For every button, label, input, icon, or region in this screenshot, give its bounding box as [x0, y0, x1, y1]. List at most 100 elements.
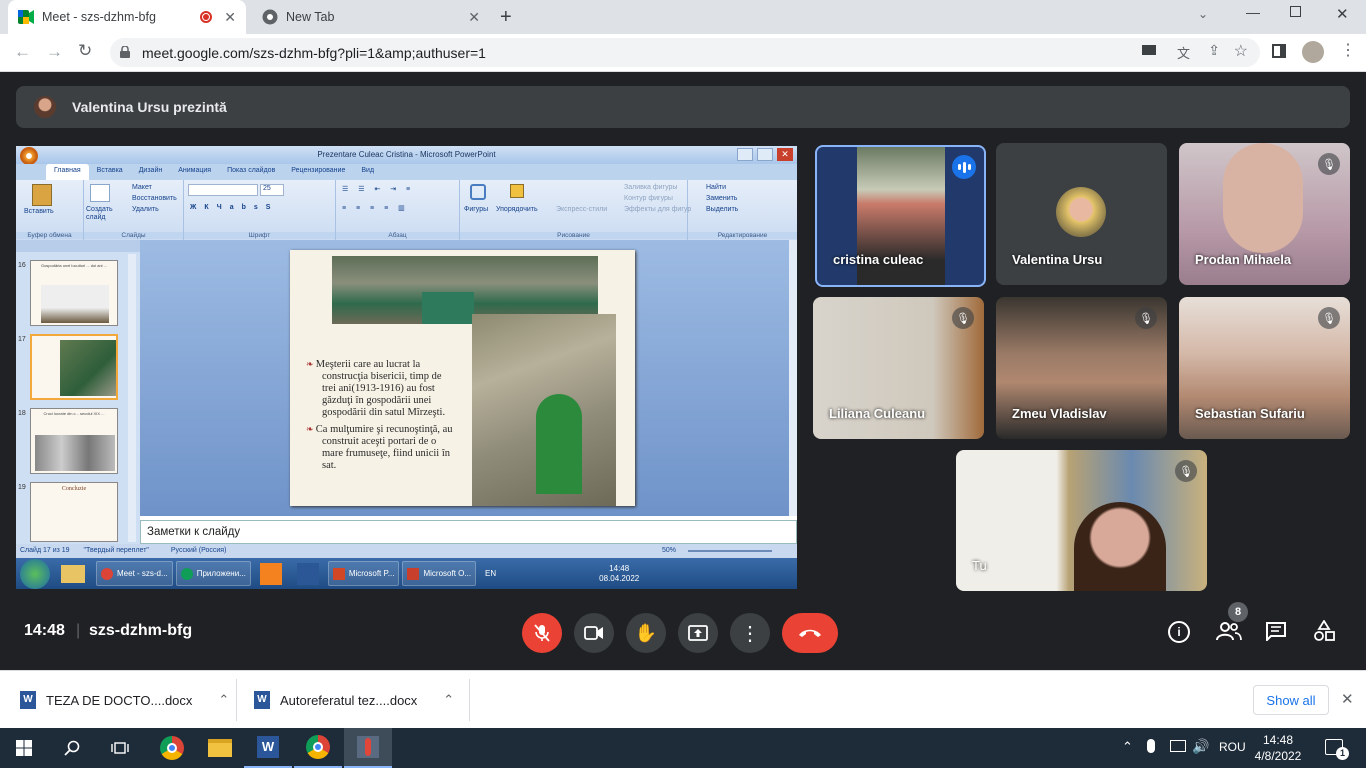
new-slide-icon[interactable]: [90, 184, 110, 202]
participant-tile[interactable]: Valentina Ursu: [996, 143, 1167, 285]
replace-button[interactable]: Заменить: [706, 195, 737, 202]
slide-thumbnail[interactable]: Concluzie: [30, 482, 118, 542]
more-options-button[interactable]: ⋮: [730, 613, 770, 653]
font-name-field[interactable]: [188, 184, 258, 196]
canvas-scrollbar[interactable]: [789, 240, 797, 516]
participant-tile[interactable]: 🎙 Sebastian Sufariu: [1179, 297, 1350, 439]
remote-word-icon[interactable]: [296, 562, 319, 585]
minimize-button[interactable]: —: [1246, 4, 1260, 20]
taskbar-app-active[interactable]: [344, 728, 392, 768]
microphone-icon[interactable]: [1147, 739, 1155, 753]
task-view-button[interactable]: [96, 728, 144, 768]
mic-toggle-button[interactable]: [522, 613, 562, 653]
participant-tile[interactable]: 🎙 Liliana Culeanu: [813, 297, 984, 439]
close-tab-icon[interactable]: ✕: [224, 9, 236, 26]
share-icon[interactable]: ⇪: [1208, 42, 1220, 59]
ppt-restore-icon[interactable]: [757, 148, 773, 161]
new-slide-button[interactable]: Создать слайд: [86, 206, 120, 222]
chevron-up-icon[interactable]: ⌃: [443, 692, 454, 708]
volume-icon[interactable]: 🔊: [1192, 738, 1209, 755]
chat-button[interactable]: [1265, 621, 1287, 641]
taskbar-chrome-2[interactable]: [294, 728, 342, 768]
tab-meet[interactable]: Meet - szs-dzhm-bfg ✕: [8, 0, 246, 34]
input-language[interactable]: ROU: [1219, 740, 1246, 754]
star-icon[interactable]: ☆: [1234, 41, 1248, 61]
list-buttons[interactable]: ☰ ☰ ⇤ ⇥ ≡: [342, 185, 414, 193]
people-button[interactable]: [1216, 621, 1242, 641]
participant-tile[interactable]: 🎙 Zmeu Vladislav: [996, 297, 1167, 439]
remote-task-meet[interactable]: Meet - szs-d...: [96, 561, 173, 586]
close-downloads-icon[interactable]: ✕: [1341, 690, 1354, 708]
remote-task-powerpoint[interactable]: Microsoft P...: [327, 561, 400, 586]
slide-thumbnail-selected[interactable]: [30, 334, 118, 400]
system-clock[interactable]: 14:48 4/8/2022: [1252, 732, 1304, 764]
align-buttons[interactable]: ≡ ≡ ≡ ≡ ▥: [342, 204, 409, 212]
ppt-minimize-icon[interactable]: [737, 148, 753, 161]
arrange-icon[interactable]: [510, 184, 524, 198]
remote-task-office[interactable]: Microsoft O...: [402, 561, 477, 586]
new-tab-button[interactable]: +: [500, 6, 512, 29]
profile-avatar[interactable]: [1302, 41, 1324, 63]
notes-field[interactable]: Заметки к слайду: [140, 520, 797, 544]
raise-hand-button[interactable]: ✋: [626, 613, 666, 653]
shape-outline-button[interactable]: Контур фигуры: [624, 195, 673, 202]
paste-icon[interactable]: [32, 184, 52, 206]
ppt-close-icon[interactable]: ✕: [777, 148, 793, 161]
start-button[interactable]: [0, 728, 48, 768]
taskbar-word[interactable]: W: [244, 728, 292, 768]
arrange-button[interactable]: Упорядочить: [496, 206, 538, 213]
ribbon-tab-design[interactable]: Дизайн: [131, 164, 171, 180]
camera-toggle-button[interactable]: [574, 613, 614, 653]
ribbon-tab-home[interactable]: Главная: [46, 164, 89, 180]
translate-icon[interactable]: 文: [1177, 43, 1190, 62]
ribbon-tab-review[interactable]: Рецензирование: [283, 164, 353, 180]
start-orb-icon[interactable]: [20, 558, 50, 589]
download-item[interactable]: W TEZA DE DOCTO....docx ⌃: [20, 671, 229, 729]
chevron-up-icon[interactable]: ⌃: [218, 692, 229, 708]
reload-button[interactable]: ↻: [78, 41, 92, 61]
download-item[interactable]: W Autoreferatul tez....docx ⌃: [254, 671, 454, 729]
shapes-icon[interactable]: [470, 184, 486, 200]
explorer-icon[interactable]: [61, 564, 85, 583]
ribbon-tab-animation[interactable]: Анимация: [170, 164, 219, 180]
ribbon-tab-insert[interactable]: Вставка: [89, 164, 131, 180]
slides-scrollbar[interactable]: [128, 254, 136, 542]
layout-button[interactable]: Макет: [132, 184, 152, 191]
show-hidden-icons[interactable]: ⌃: [1122, 739, 1133, 755]
search-button[interactable]: [48, 728, 96, 768]
participant-tile-self[interactable]: 🎙 Tu: [956, 450, 1207, 591]
leave-call-button[interactable]: [782, 613, 838, 653]
info-icon[interactable]: i: [1168, 621, 1190, 643]
paste-button[interactable]: Вставить: [24, 208, 54, 215]
close-window-button[interactable]: ✕: [1336, 5, 1349, 23]
back-button[interactable]: ←: [14, 42, 31, 62]
participant-tile[interactable]: cristina culeac: [815, 145, 986, 287]
side-panel-icon[interactable]: [1272, 44, 1286, 58]
network-icon[interactable]: [1170, 740, 1186, 752]
font-size-field[interactable]: 25: [260, 184, 284, 196]
remote-task-apps[interactable]: Приложени...: [175, 561, 251, 586]
forward-button[interactable]: →: [46, 42, 63, 62]
tab-new-tab[interactable]: New Tab ✕: [252, 0, 490, 34]
font-format-buttons[interactable]: ЖКЧabsS: [190, 204, 278, 211]
activities-button[interactable]: [1313, 620, 1335, 642]
office-button-icon[interactable]: [20, 147, 38, 165]
taskbar-chrome[interactable]: [148, 728, 196, 768]
address-bar[interactable]: meet.google.com/szs-dzhm-bfg?pli=1&amp;a…: [110, 38, 1260, 67]
ribbon-tab-view[interactable]: Вид: [353, 164, 382, 180]
shapes-button[interactable]: Фигуры: [464, 206, 488, 213]
show-all-button[interactable]: Show all: [1253, 685, 1329, 715]
slide-thumbnail[interactable]: Cruci lucrate din c... secolul XIX ...: [30, 408, 118, 474]
find-button[interactable]: Найти: [706, 184, 726, 191]
slide-thumbnail[interactable]: Gospodăria unei locuitori ... doi ani ..…: [30, 260, 118, 326]
chrome-menu-icon[interactable]: ⋮: [1340, 40, 1356, 60]
taskbar-explorer[interactable]: [196, 728, 244, 768]
remote-lang[interactable]: EN: [485, 569, 496, 578]
present-button[interactable]: [678, 613, 718, 653]
tab-search-icon[interactable]: ⌄: [1198, 7, 1208, 21]
shape-fill-button[interactable]: Заливка фигуры: [624, 184, 677, 191]
shape-effects-button[interactable]: Эффекты для фигур: [624, 206, 691, 213]
ribbon-tab-slideshow[interactable]: Показ слайдов: [219, 164, 283, 180]
restore-button[interactable]: [1290, 6, 1301, 17]
participant-tile[interactable]: 🎙 Prodan Mihaela: [1179, 143, 1350, 285]
